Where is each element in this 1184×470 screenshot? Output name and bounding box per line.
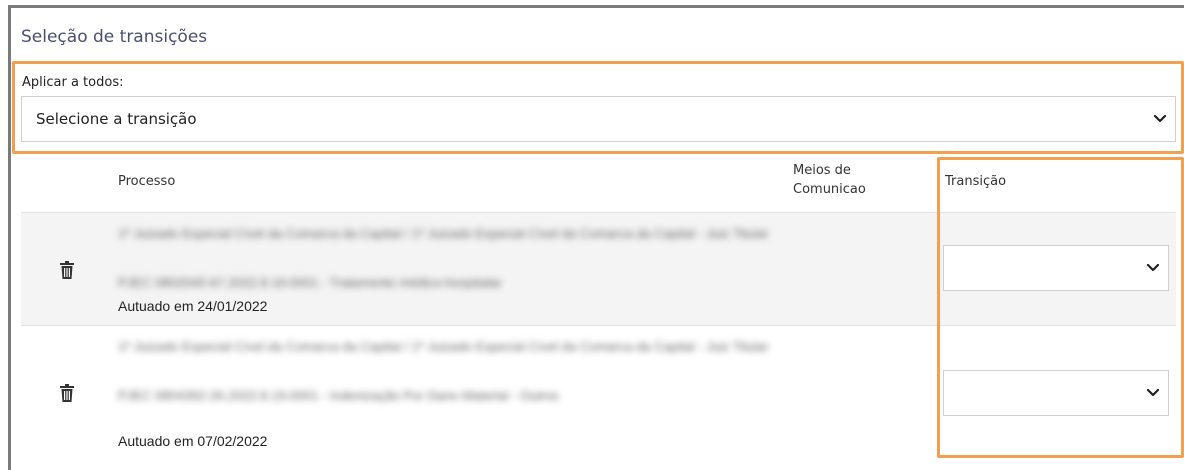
process-court: 1º Juizado Especial Cível da Comarca da … [118,226,769,241]
table-row: 1º Juizado Especial Cível da Comarca da … [21,212,1176,325]
transition-select[interactable] [943,245,1169,291]
panel-title: Seleção de transições [21,27,208,47]
column-header-transicao: Transição [945,174,1007,189]
chevron-down-icon [1147,264,1159,272]
process-court: 1º Juizado Especial Cível da Comarca da … [118,339,769,354]
apply-all-highlight [12,61,1184,154]
process-number[interactable]: PJEC 0804392-26.2022.8.19.0001 - Indeniz… [118,386,748,406]
column-header-meios: Meios de Comunicao [793,163,866,197]
trash-icon[interactable] [60,261,74,279]
column-header-processo: Processo [118,174,176,189]
trash-icon[interactable] [60,384,74,402]
table-row: 1º Juizado Especial Cível da Comarca da … [21,325,1176,465]
process-autuado: Autuado em 24/01/2022 [118,298,268,314]
process-number[interactable]: PJEC 0802045-67.2022.8.19.0001 - Tratame… [118,275,502,290]
process-autuado: Autuado em 07/02/2022 [118,433,268,449]
transition-select[interactable] [943,370,1169,416]
chevron-down-icon [1147,389,1159,397]
